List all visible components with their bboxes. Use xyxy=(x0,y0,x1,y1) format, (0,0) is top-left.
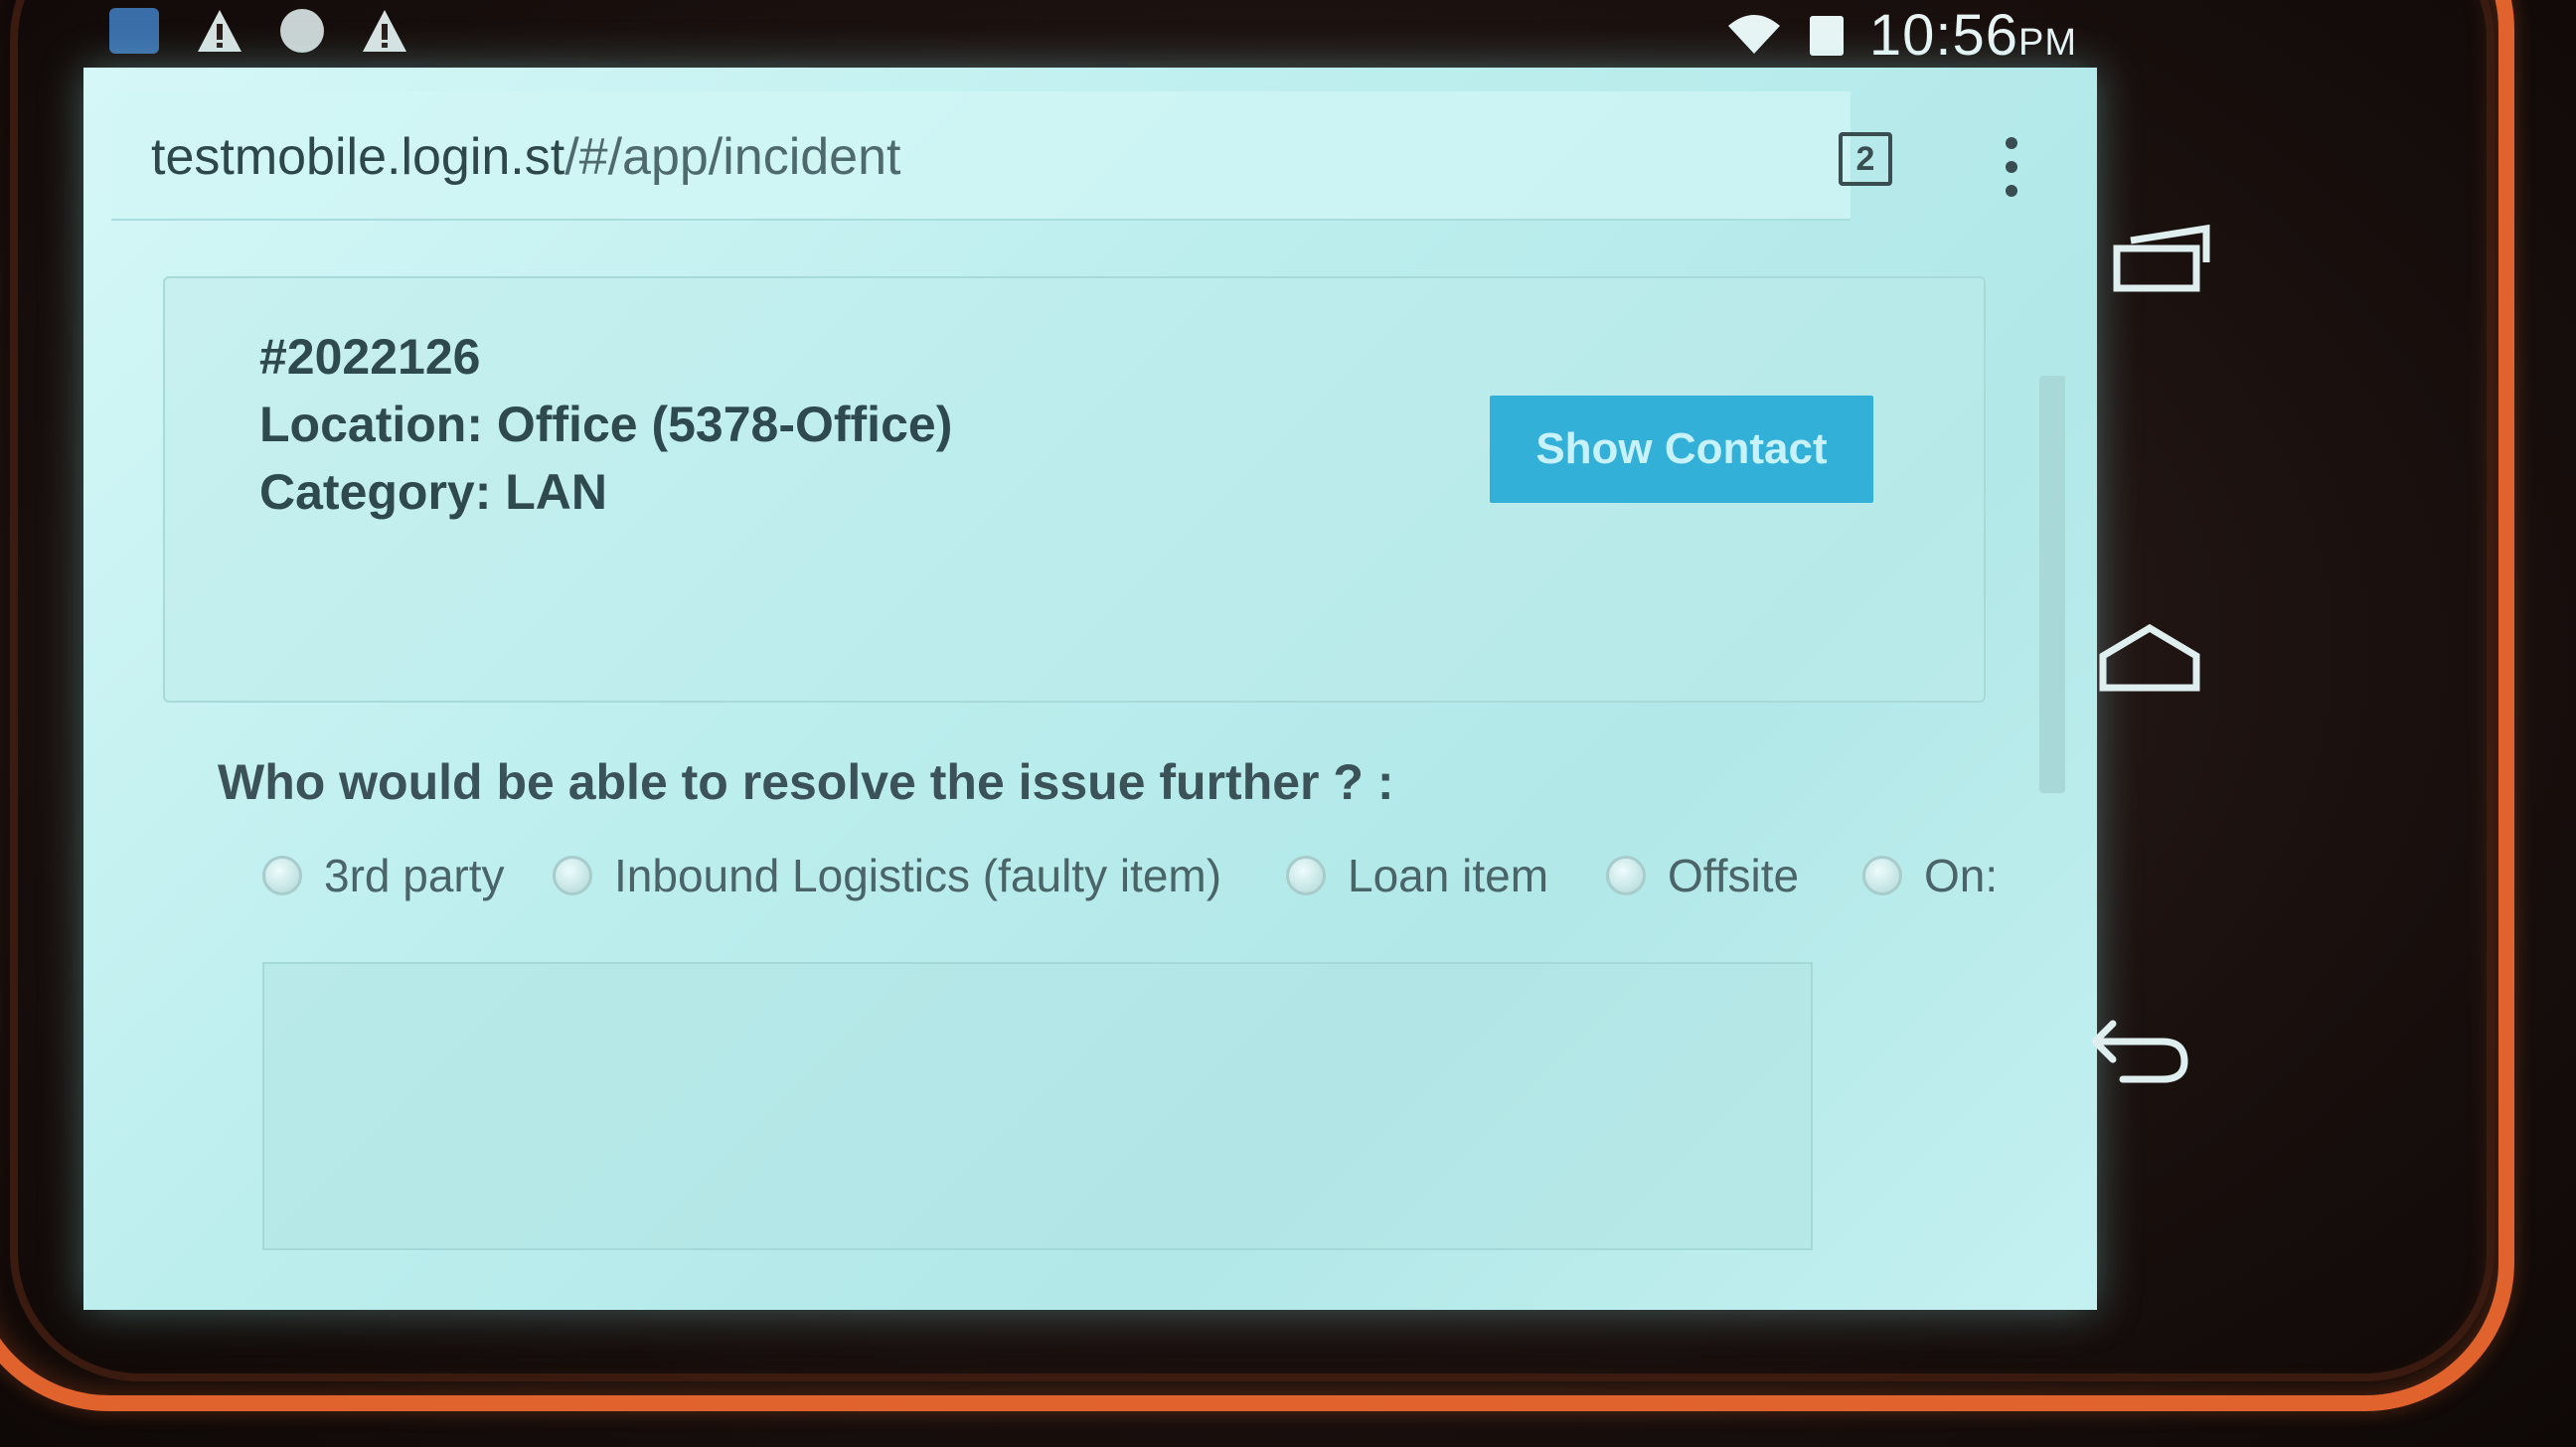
address-bar[interactable]: testmobile.login.st/#/app/incident xyxy=(111,91,1851,221)
clock-ampm: PM xyxy=(2018,22,2077,64)
clock: 10:56PM xyxy=(1869,2,2077,69)
clock-time: 10:56 xyxy=(1868,3,2018,68)
device-photo: 10:56PM testmobile.login.st/#/app/incide… xyxy=(0,0,2576,1447)
warning-icon xyxy=(360,6,409,56)
url-path: /#/app/incident xyxy=(564,128,901,186)
option-label: 3rd party xyxy=(324,850,505,901)
option-label: Loan item xyxy=(1348,850,1549,901)
notes-textarea[interactable] xyxy=(262,962,1813,1250)
warning-icon xyxy=(195,6,244,56)
status-bar: 10:56PM xyxy=(89,0,2077,68)
resolution-options: 3rd party Inbound Logistics (faulty item… xyxy=(262,849,2097,928)
status-icons-left xyxy=(109,6,409,56)
radio-button[interactable] xyxy=(1606,856,1646,895)
radio-button[interactable] xyxy=(262,856,302,895)
option-label: Inbound Logistics (faulty item) xyxy=(614,850,1222,901)
option-on[interactable]: On: xyxy=(1862,849,1998,902)
option-inbound-logistics[interactable]: Inbound Logistics (faulty item) xyxy=(553,849,1221,902)
option-label: On: xyxy=(1924,850,1999,901)
back-icon[interactable] xyxy=(2085,1004,2194,1093)
status-icons-right: 10:56PM xyxy=(1724,2,2077,69)
option-label: Offsite xyxy=(1668,850,1800,901)
sync-icon xyxy=(280,9,324,53)
home-icon[interactable] xyxy=(2095,616,2204,706)
option-loan-item[interactable]: Loan item xyxy=(1286,849,1548,902)
url-text[interactable]: testmobile.login.st/#/app/incident xyxy=(151,127,900,187)
tab-switcher-button[interactable]: 2 xyxy=(1839,132,1892,186)
radio-button[interactable] xyxy=(1862,856,1902,895)
show-contact-button[interactable]: Show Contact xyxy=(1490,396,1873,503)
notification-icon xyxy=(109,8,159,54)
incident-location: Location: Office (5378-Office) xyxy=(259,397,953,452)
resolution-question: Who would be able to resolve the issue f… xyxy=(218,754,1394,810)
incident-number: #2022126 xyxy=(259,329,481,385)
radio-button[interactable] xyxy=(553,856,592,895)
overflow-menu-icon[interactable] xyxy=(2002,137,2021,197)
option-3rd-party[interactable]: 3rd party xyxy=(262,849,505,902)
wifi-icon xyxy=(1724,8,1784,63)
recent-apps-icon[interactable] xyxy=(2107,219,2216,308)
incident-category: Category: LAN xyxy=(259,464,608,520)
option-offsite[interactable]: Offsite xyxy=(1606,849,1799,902)
battery-icon xyxy=(1809,15,1844,56)
url-host: testmobile.login.st xyxy=(151,128,565,186)
browser-screen: testmobile.login.st/#/app/incident 2 #20… xyxy=(83,68,2097,1310)
page-scrollbar[interactable] xyxy=(2039,376,2065,793)
radio-button[interactable] xyxy=(1286,856,1326,895)
